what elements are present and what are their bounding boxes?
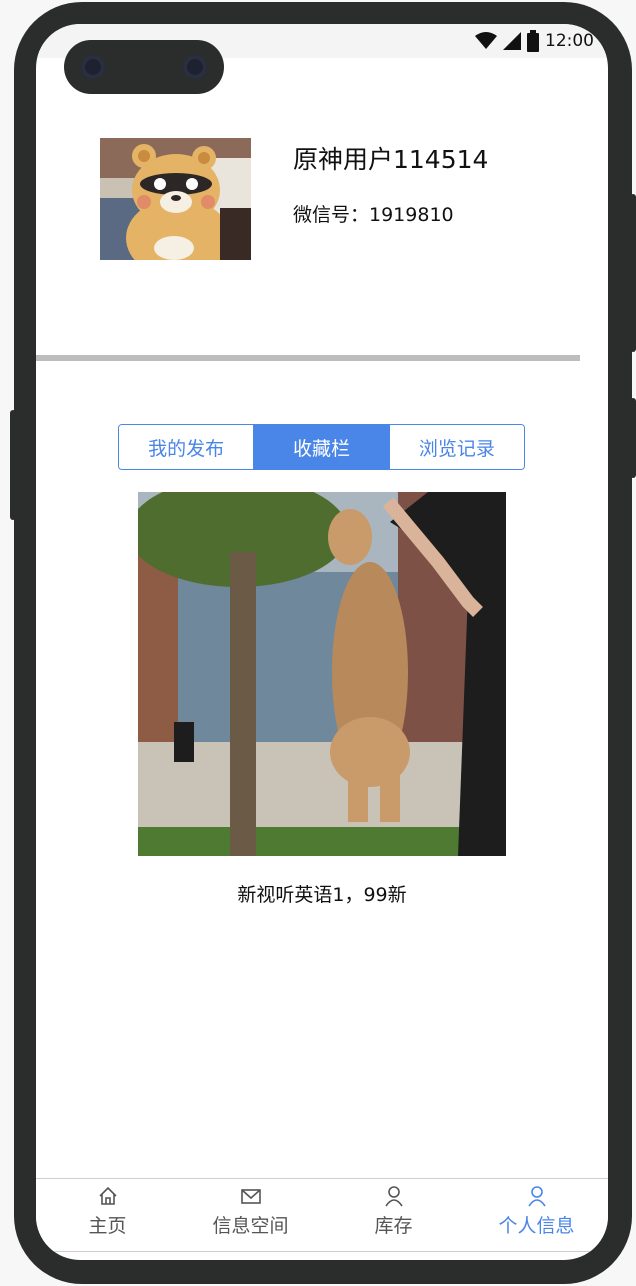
nav-label-inventory: 库存 — [374, 1215, 413, 1237]
tab-bar: 我的发布 收藏栏 浏览记录 — [118, 424, 525, 470]
divider — [36, 355, 580, 361]
screen: 12:00 原神用户114514 微信号：1919810 我的发布 收藏栏 浏览… — [36, 24, 608, 1260]
volume-button — [630, 398, 636, 478]
nav-label-messages: 信息空间 — [212, 1215, 289, 1237]
nav-item-inventory[interactable]: 库存 — [322, 1179, 465, 1251]
avatar — [100, 138, 251, 260]
mail-icon — [240, 1189, 261, 1204]
battery-icon — [527, 30, 539, 52]
nav-item-messages[interactable]: 信息空间 — [179, 1179, 322, 1251]
nav-label-home: 主页 — [88, 1215, 127, 1237]
camera-lens — [81, 55, 105, 79]
tab-my-posts[interactable]: 我的发布 — [119, 425, 255, 469]
post-caption[interactable]: 新视听英语1，99新 — [36, 880, 608, 907]
status-time: 12:00 — [545, 31, 594, 51]
bottom-nav: 主页 信息空间 库存 个人信息 — [36, 1178, 608, 1252]
tab-favorites[interactable]: 收藏栏 — [254, 425, 390, 469]
wechat-id: 微信号：1919810 — [293, 204, 454, 226]
user-icon — [527, 1186, 546, 1207]
username: 原神用户114514 — [293, 145, 489, 174]
nav-label-profile: 个人信息 — [498, 1215, 575, 1237]
wifi-icon — [475, 32, 497, 49]
nav-item-profile[interactable]: 个人信息 — [465, 1179, 608, 1251]
power-button — [630, 194, 636, 352]
side-button — [10, 410, 16, 520]
user-icon — [384, 1186, 403, 1207]
front-camera — [64, 40, 224, 94]
nav-item-home[interactable]: 主页 — [36, 1179, 179, 1251]
post-image[interactable] — [138, 492, 506, 856]
camera-lens — [183, 55, 207, 79]
home-icon — [98, 1186, 117, 1205]
tab-history[interactable]: 浏览记录 — [389, 425, 524, 469]
signal-icon — [503, 32, 521, 50]
